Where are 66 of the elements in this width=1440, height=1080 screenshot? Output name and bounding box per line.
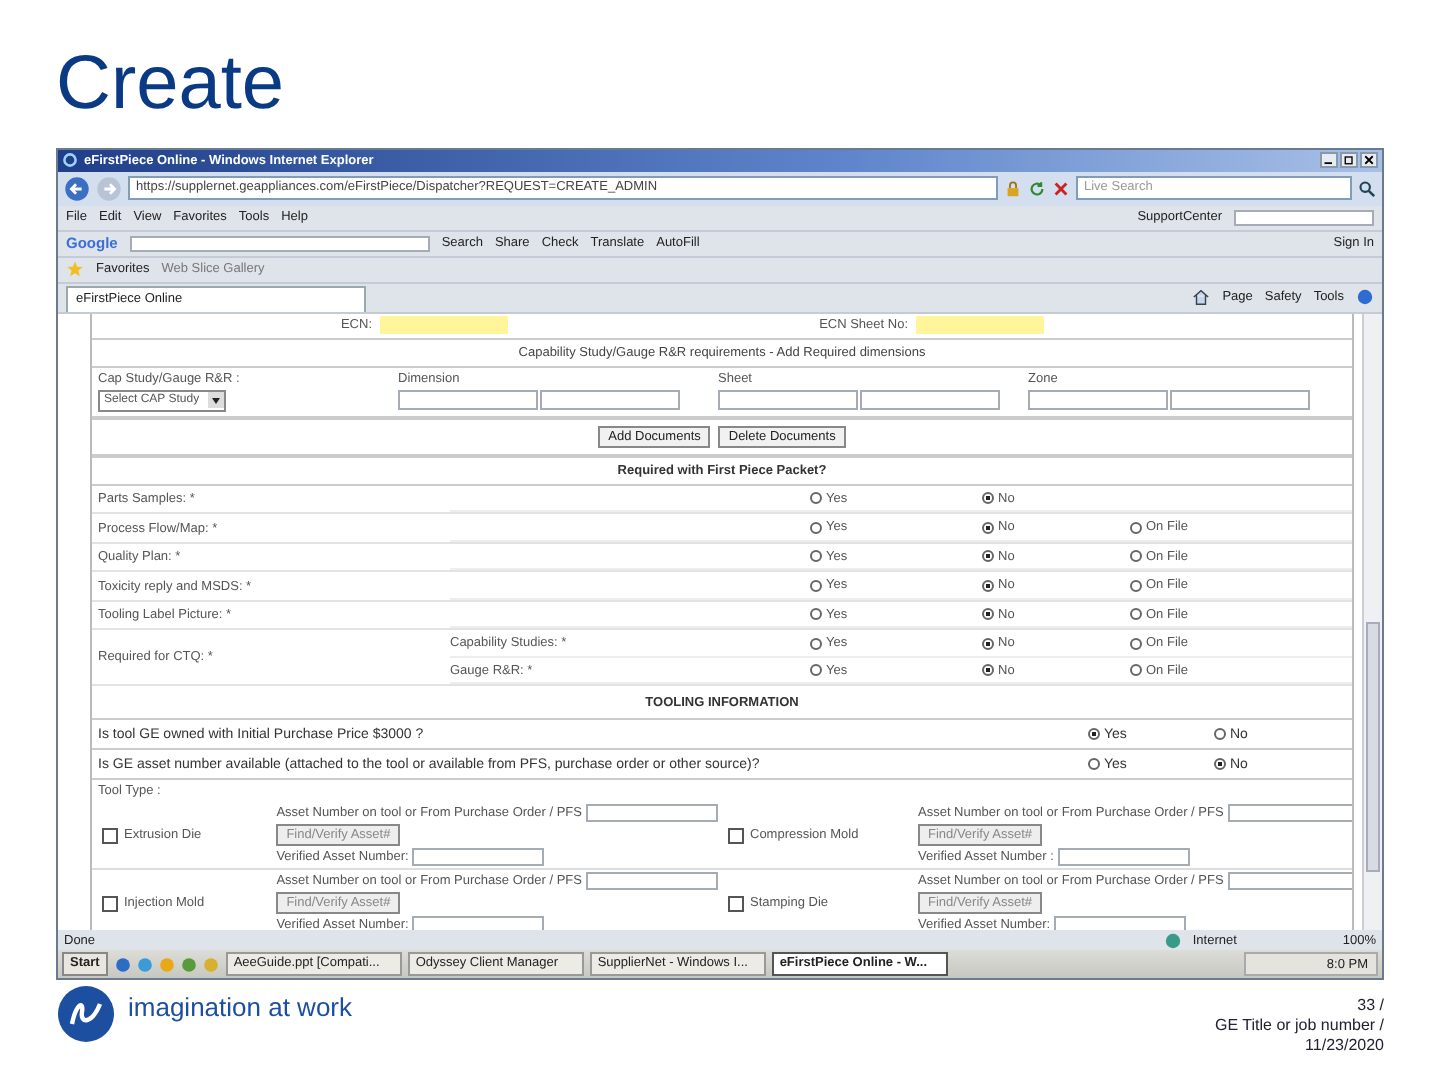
search-icon[interactable]	[1358, 179, 1376, 198]
slide-title: Create	[56, 40, 287, 130]
footer-date: 11/23/2020	[1305, 1036, 1384, 1057]
radio-button[interactable]	[1130, 579, 1142, 592]
browser-icon	[62, 152, 78, 169]
input-field[interactable]	[586, 804, 718, 823]
radio-button[interactable]	[810, 492, 822, 505]
star-icon	[66, 260, 84, 279]
refresh-icon[interactable]	[1028, 179, 1046, 198]
radio-button[interactable]	[810, 579, 822, 592]
input-field[interactable]	[398, 390, 538, 411]
footer-title: GE Title or job number /	[1215, 1016, 1384, 1037]
radio-button[interactable]	[982, 579, 994, 592]
input-field[interactable]	[586, 872, 718, 891]
search-field[interactable]	[129, 235, 430, 252]
radio-button[interactable]	[1088, 758, 1100, 771]
radio-button[interactable]	[982, 608, 994, 621]
radio-button[interactable]	[1214, 728, 1226, 741]
restore-icon	[1342, 154, 1356, 167]
radio-button[interactable]	[810, 637, 822, 650]
logo-icon	[56, 984, 116, 1045]
input-field[interactable]	[1057, 848, 1190, 867]
caret-icon[interactable]	[208, 392, 224, 409]
input-field[interactable]	[1227, 804, 1352, 823]
radio-button[interactable]	[982, 492, 994, 505]
radio-button[interactable]	[982, 550, 994, 563]
radio-button[interactable]	[810, 664, 822, 677]
minimize-button[interactable]	[1320, 152, 1338, 169]
input-field[interactable]	[718, 390, 858, 411]
checkbox[interactable]	[102, 827, 118, 844]
radio-button[interactable]	[1130, 637, 1142, 650]
tagline: imagination at work	[128, 992, 352, 1023]
scrollbar[interactable]	[1362, 313, 1382, 931]
radio-button[interactable]	[810, 608, 822, 621]
input-field[interactable]	[412, 848, 545, 867]
input-field[interactable]	[540, 390, 680, 411]
radio-button[interactable]	[1130, 608, 1142, 621]
radio-button[interactable]	[1130, 664, 1142, 677]
checkbox[interactable]	[102, 895, 118, 912]
back-icon[interactable]	[64, 175, 90, 202]
page-number: 33 /	[1357, 996, 1384, 1017]
input-field[interactable]	[1170, 390, 1310, 411]
restore-button[interactable]	[1340, 152, 1358, 169]
close-icon	[1362, 154, 1376, 167]
lock-icon	[1004, 179, 1022, 198]
radio-button[interactable]	[810, 521, 822, 534]
input-field[interactable]	[380, 316, 508, 335]
radio-button[interactable]	[1088, 728, 1100, 741]
radio-button[interactable]	[810, 550, 822, 563]
radio-button[interactable]	[1130, 550, 1142, 563]
input-field[interactable]	[1054, 916, 1187, 931]
input-field[interactable]	[412, 916, 545, 931]
input-field[interactable]	[916, 316, 1044, 335]
radio-button[interactable]	[982, 521, 994, 534]
input-field[interactable]	[1227, 872, 1352, 891]
close-icon[interactable]	[1052, 179, 1070, 198]
home-icon[interactable]	[1192, 288, 1211, 307]
input-field[interactable]	[1028, 390, 1168, 411]
checkbox[interactable]	[728, 827, 744, 844]
input-field[interactable]	[860, 390, 1000, 411]
radio-button[interactable]	[1130, 521, 1142, 534]
checkbox[interactable]	[728, 895, 744, 912]
radio-button[interactable]	[982, 637, 994, 650]
radio-button[interactable]	[1214, 758, 1226, 771]
close-button[interactable]	[1360, 152, 1378, 169]
radio-button[interactable]	[982, 664, 994, 677]
